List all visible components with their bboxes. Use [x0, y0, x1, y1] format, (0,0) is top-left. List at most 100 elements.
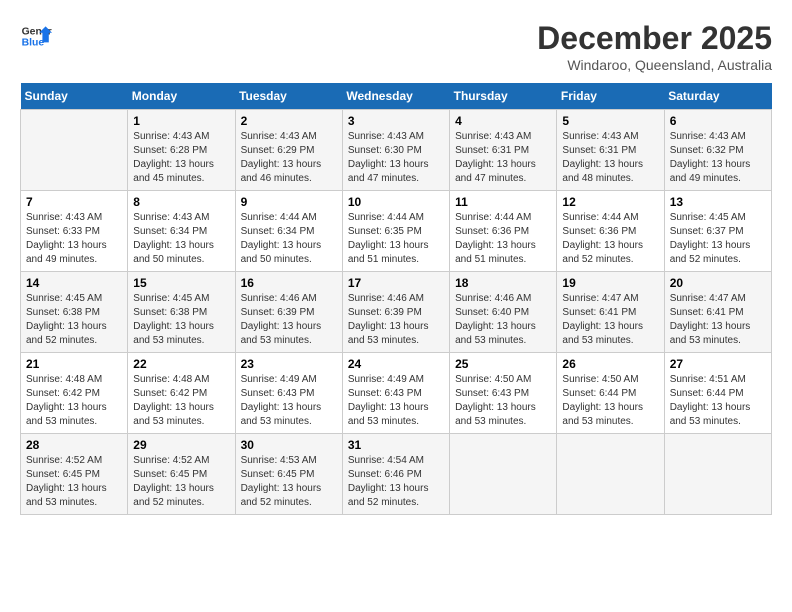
day-detail: Sunrise: 4:46 AM Sunset: 6:39 PM Dayligh… [348, 292, 444, 348]
day-number: 26 [562, 357, 658, 371]
header-cell-tuesday: Tuesday [235, 83, 342, 110]
day-detail: Sunrise: 4:46 AM Sunset: 6:40 PM Dayligh… [455, 292, 551, 348]
day-cell: 18 Sunrise: 4:46 AM Sunset: 6:40 PM Dayli… [450, 272, 557, 353]
day-cell: 22 Sunrise: 4:48 AM Sunset: 6:42 PM Dayli… [128, 353, 235, 434]
week-row-5: 28Sunrise: 4:52 AM Sunset: 6:45 PM Dayli… [21, 434, 772, 515]
day-cell [21, 110, 128, 191]
day-detail: Sunrise: 4:52 AM Sunset: 6:45 PM Dayligh… [133, 454, 229, 510]
day-cell: 8Sunrise: 4:43 AM Sunset: 6:34 PM Daylig… [128, 191, 235, 272]
day-detail: Sunrise: 4:48 AM Sunset: 6:42 PM Dayligh… [133, 373, 229, 429]
page-subtitle: Windaroo, Queensland, Australia [537, 57, 772, 73]
day-cell: 24 Sunrise: 4:49 AM Sunset: 6:43 PM Dayli… [342, 353, 449, 434]
day-cell: 3 Sunrise: 4:43 AM Sunset: 6:30 PM Daylig… [342, 110, 449, 191]
day-detail: Sunrise: 4:45 AM Sunset: 6:37 PM Dayligh… [670, 211, 766, 267]
day-cell: 26Sunrise: 4:50 AM Sunset: 6:44 PM Dayli… [557, 353, 664, 434]
day-number: 7 [26, 195, 122, 209]
day-number: 24 [348, 357, 444, 371]
day-cell: 14 Sunrise: 4:45 AM Sunset: 6:38 PM Dayli… [21, 272, 128, 353]
day-detail: Sunrise: 4:43 AM Sunset: 6:33 PM Dayligh… [26, 211, 122, 267]
day-detail: Sunrise: 4:48 AM Sunset: 6:42 PM Dayligh… [26, 373, 122, 429]
day-number: 31 [348, 438, 444, 452]
week-row-2: 7 Sunrise: 4:43 AM Sunset: 6:33 PM Daylig… [21, 191, 772, 272]
day-number: 13 [670, 195, 766, 209]
day-number: 14 [26, 276, 122, 290]
day-number: 22 [133, 357, 229, 371]
day-cell: 6 Sunrise: 4:43 AM Sunset: 6:32 PM Daylig… [664, 110, 771, 191]
day-detail: Sunrise: 4:43 AM Sunset: 6:29 PM Dayligh… [241, 130, 337, 186]
day-number: 20 [670, 276, 766, 290]
day-detail: Sunrise: 4:43 AM Sunset: 6:31 PM Dayligh… [562, 130, 658, 186]
day-cell: 17Sunrise: 4:46 AM Sunset: 6:39 PM Dayli… [342, 272, 449, 353]
day-cell: 20 Sunrise: 4:47 AM Sunset: 6:41 PM Dayli… [664, 272, 771, 353]
day-cell: 2 Sunrise: 4:43 AM Sunset: 6:29 PM Daylig… [235, 110, 342, 191]
day-detail: Sunrise: 4:43 AM Sunset: 6:28 PM Dayligh… [133, 130, 229, 186]
day-detail: Sunrise: 4:49 AM Sunset: 6:43 PM Dayligh… [348, 373, 444, 429]
day-number: 16 [241, 276, 337, 290]
day-detail: Sunrise: 4:53 AM Sunset: 6:45 PM Dayligh… [241, 454, 337, 510]
logo: General Blue [20, 20, 52, 52]
day-number: 11 [455, 195, 551, 209]
day-cell: 21 Sunrise: 4:48 AM Sunset: 6:42 PM Dayli… [21, 353, 128, 434]
day-number: 23 [241, 357, 337, 371]
day-detail: Sunrise: 4:49 AM Sunset: 6:43 PM Dayligh… [241, 373, 337, 429]
day-detail: Sunrise: 4:45 AM Sunset: 6:38 PM Dayligh… [133, 292, 229, 348]
day-number: 9 [241, 195, 337, 209]
day-cell: 25 Sunrise: 4:50 AM Sunset: 6:43 PM Dayli… [450, 353, 557, 434]
day-cell: 1 Sunrise: 4:43 AM Sunset: 6:28 PM Daylig… [128, 110, 235, 191]
day-cell: 19 Sunrise: 4:47 AM Sunset: 6:41 PM Dayli… [557, 272, 664, 353]
week-row-1: 1 Sunrise: 4:43 AM Sunset: 6:28 PM Daylig… [21, 110, 772, 191]
day-number: 29 [133, 438, 229, 452]
day-detail: Sunrise: 4:47 AM Sunset: 6:41 PM Dayligh… [670, 292, 766, 348]
day-number: 10 [348, 195, 444, 209]
day-number: 21 [26, 357, 122, 371]
day-detail: Sunrise: 4:47 AM Sunset: 6:41 PM Dayligh… [562, 292, 658, 348]
day-detail: Sunrise: 4:45 AM Sunset: 6:38 PM Dayligh… [26, 292, 122, 348]
day-cell: 4Sunrise: 4:43 AM Sunset: 6:31 PM Daylig… [450, 110, 557, 191]
calendar-table: SundayMondayTuesdayWednesdayThursdayFrid… [20, 83, 772, 515]
logo-icon: General Blue [20, 20, 52, 52]
day-number: 18 [455, 276, 551, 290]
page-title: December 2025 [537, 20, 772, 57]
day-cell: 23 Sunrise: 4:49 AM Sunset: 6:43 PM Dayli… [235, 353, 342, 434]
day-cell [557, 434, 664, 515]
day-detail: Sunrise: 4:43 AM Sunset: 6:31 PM Dayligh… [455, 130, 551, 186]
day-cell: 9 Sunrise: 4:44 AM Sunset: 6:34 PM Daylig… [235, 191, 342, 272]
day-number: 12 [562, 195, 658, 209]
day-cell: 30 Sunrise: 4:53 AM Sunset: 6:45 PM Dayli… [235, 434, 342, 515]
day-cell [664, 434, 771, 515]
day-detail: Sunrise: 4:52 AM Sunset: 6:45 PM Dayligh… [26, 454, 122, 510]
day-detail: Sunrise: 4:44 AM Sunset: 6:34 PM Dayligh… [241, 211, 337, 267]
day-number: 25 [455, 357, 551, 371]
day-detail: Sunrise: 4:43 AM Sunset: 6:30 PM Dayligh… [348, 130, 444, 186]
day-cell: 15Sunrise: 4:45 AM Sunset: 6:38 PM Dayli… [128, 272, 235, 353]
day-detail: Sunrise: 4:44 AM Sunset: 6:36 PM Dayligh… [562, 211, 658, 267]
header-cell-thursday: Thursday [450, 83, 557, 110]
day-number: 19 [562, 276, 658, 290]
day-cell: 7 Sunrise: 4:43 AM Sunset: 6:33 PM Daylig… [21, 191, 128, 272]
day-number: 2 [241, 114, 337, 128]
day-number: 6 [670, 114, 766, 128]
svg-text:Blue: Blue [22, 38, 45, 49]
day-detail: Sunrise: 4:44 AM Sunset: 6:36 PM Dayligh… [455, 211, 551, 267]
header-cell-wednesday: Wednesday [342, 83, 449, 110]
day-number: 5 [562, 114, 658, 128]
day-detail: Sunrise: 4:43 AM Sunset: 6:34 PM Dayligh… [133, 211, 229, 267]
header-cell-saturday: Saturday [664, 83, 771, 110]
day-cell: 27Sunrise: 4:51 AM Sunset: 6:44 PM Dayli… [664, 353, 771, 434]
day-cell: 5 Sunrise: 4:43 AM Sunset: 6:31 PM Daylig… [557, 110, 664, 191]
day-cell: 12 Sunrise: 4:44 AM Sunset: 6:36 PM Dayli… [557, 191, 664, 272]
page-header: General Blue December 2025 Windaroo, Que… [20, 20, 772, 73]
day-detail: Sunrise: 4:43 AM Sunset: 6:32 PM Dayligh… [670, 130, 766, 186]
day-detail: Sunrise: 4:54 AM Sunset: 6:46 PM Dayligh… [348, 454, 444, 510]
day-number: 3 [348, 114, 444, 128]
day-number: 30 [241, 438, 337, 452]
week-row-4: 21 Sunrise: 4:48 AM Sunset: 6:42 PM Dayli… [21, 353, 772, 434]
week-row-3: 14 Sunrise: 4:45 AM Sunset: 6:38 PM Dayli… [21, 272, 772, 353]
day-cell: 11 Sunrise: 4:44 AM Sunset: 6:36 PM Dayli… [450, 191, 557, 272]
day-cell: 28Sunrise: 4:52 AM Sunset: 6:45 PM Dayli… [21, 434, 128, 515]
day-cell [450, 434, 557, 515]
day-number: 1 [133, 114, 229, 128]
header-cell-friday: Friday [557, 83, 664, 110]
day-detail: Sunrise: 4:44 AM Sunset: 6:35 PM Dayligh… [348, 211, 444, 267]
day-detail: Sunrise: 4:50 AM Sunset: 6:43 PM Dayligh… [455, 373, 551, 429]
